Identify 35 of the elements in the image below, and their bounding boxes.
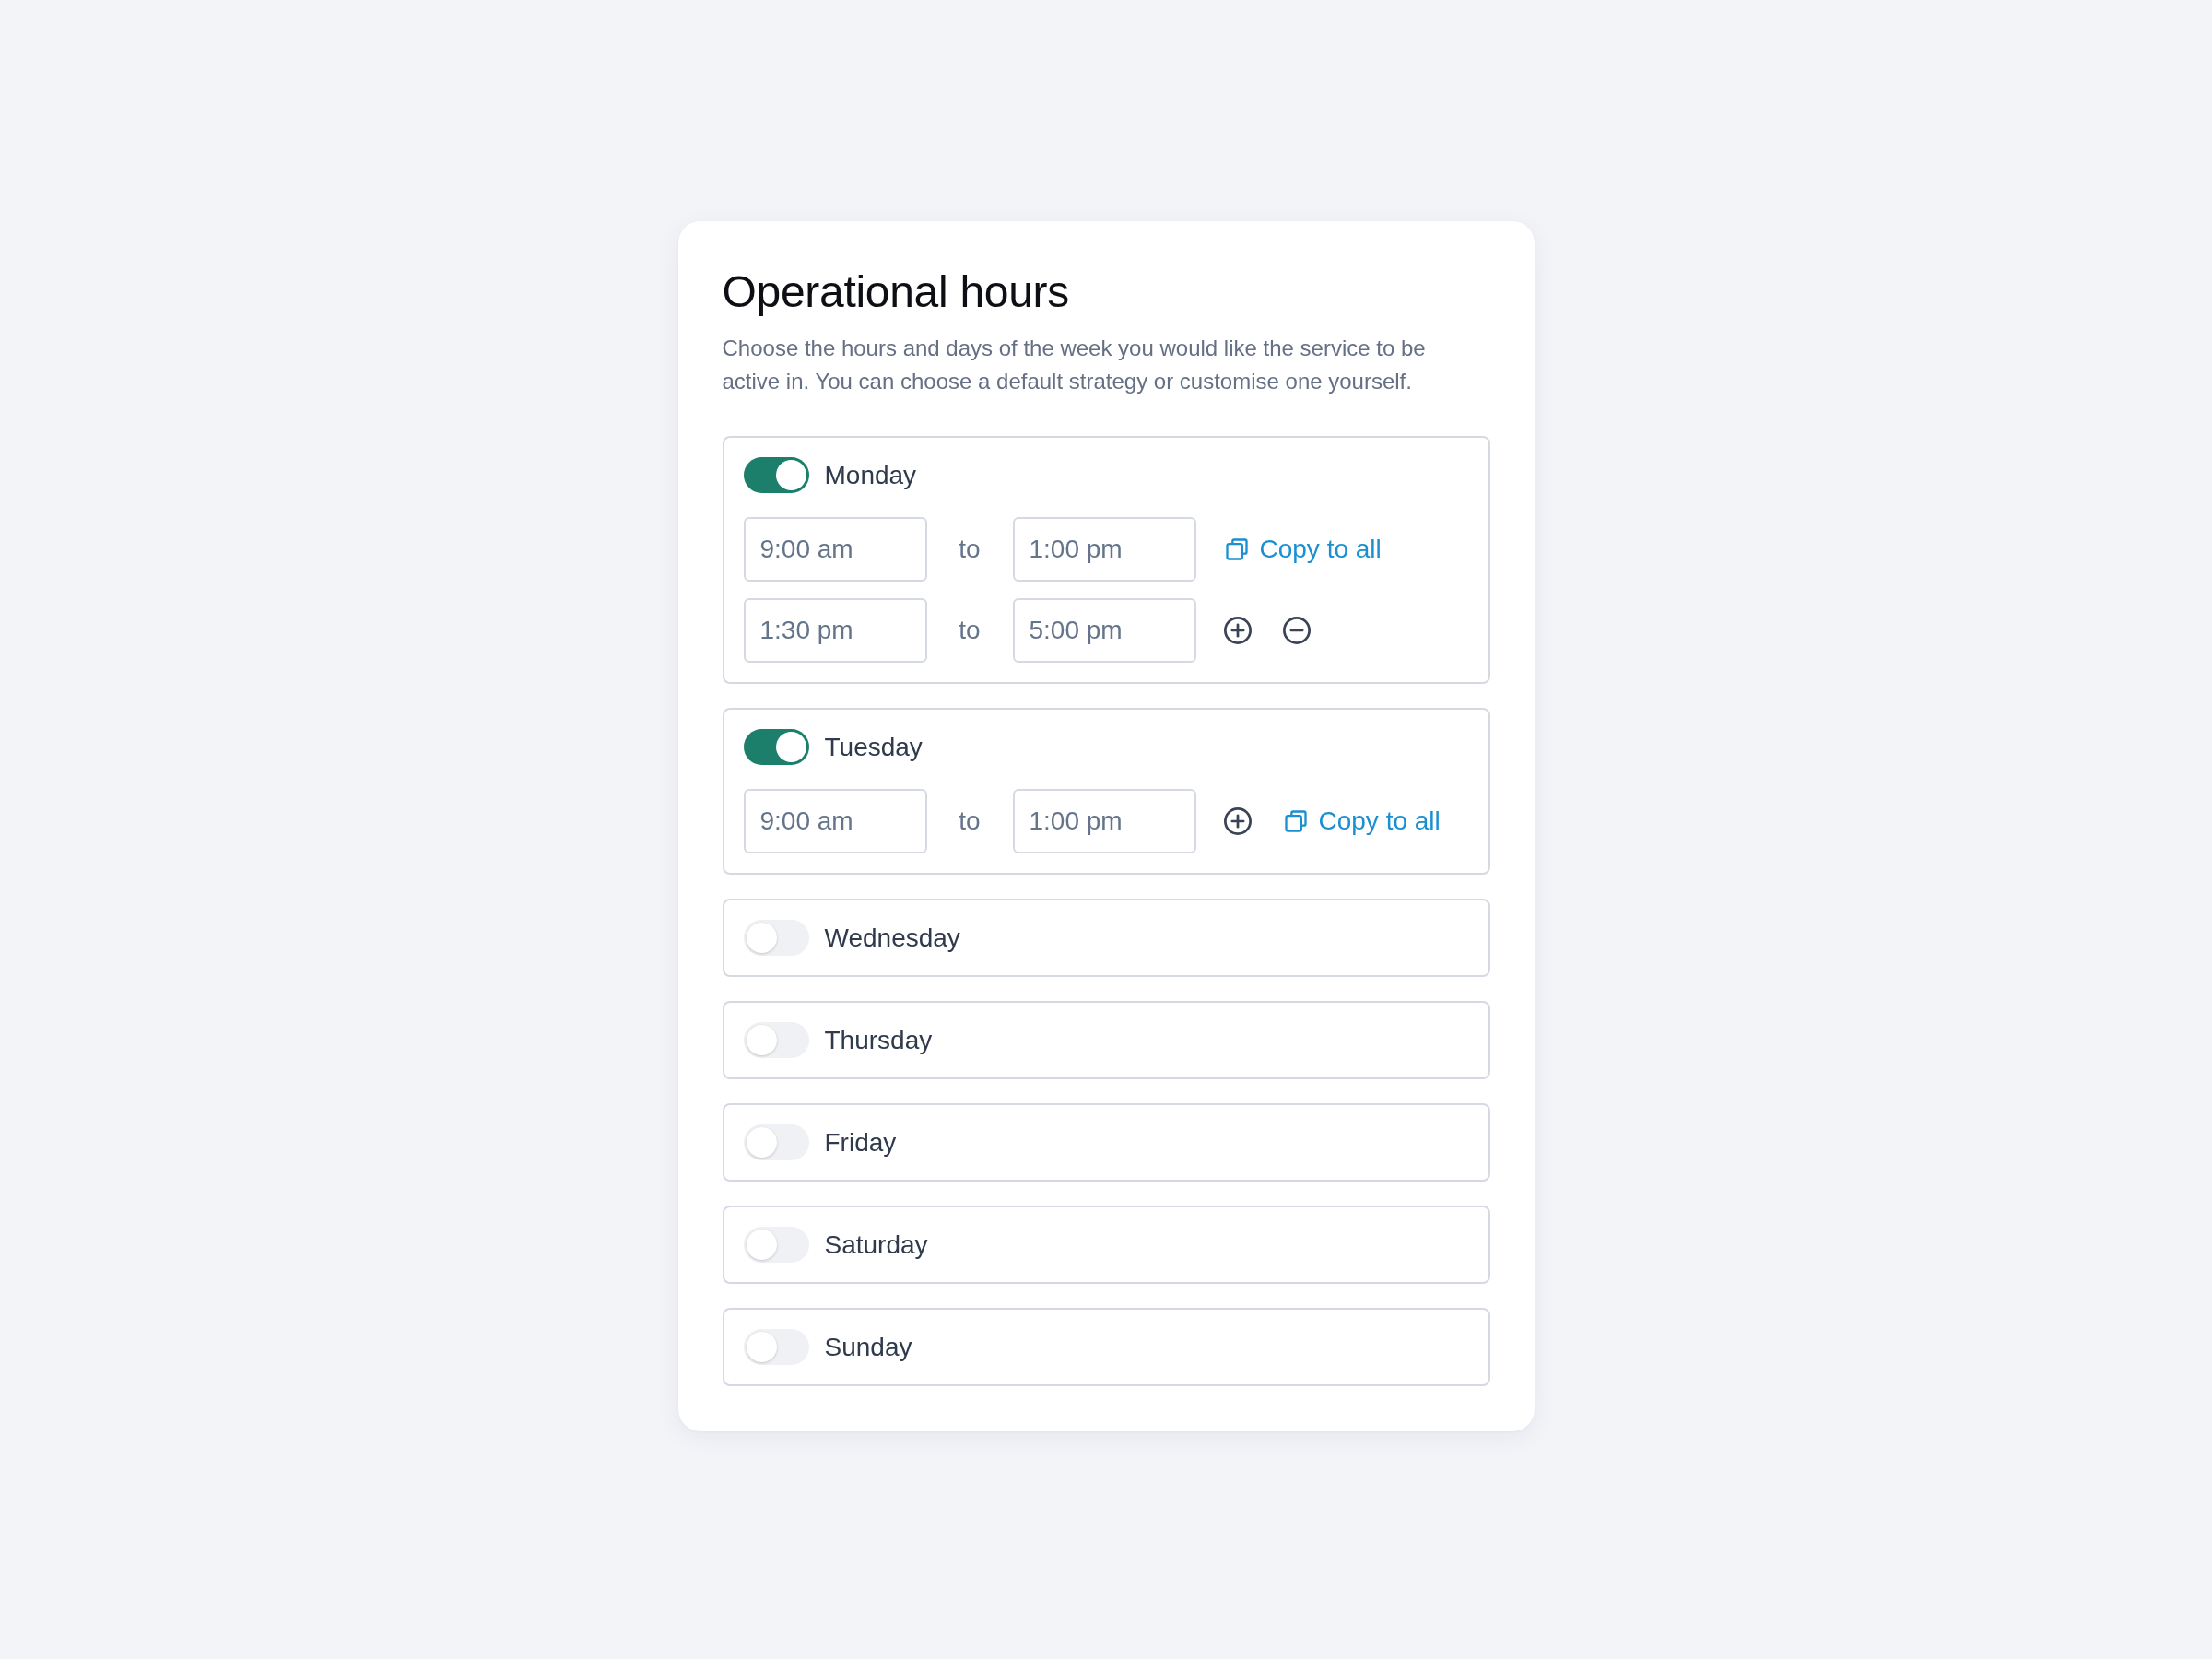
end-time-input[interactable]: 1:00 pm — [1012, 789, 1196, 853]
toggle-switch[interactable] — [743, 1227, 809, 1263]
start-time-input[interactable]: 1:30 pm — [743, 598, 927, 663]
toggle-switch[interactable] — [743, 920, 809, 956]
start-time-input[interactable]: 9:00 am — [743, 517, 927, 582]
remove-range-button[interactable] — [1282, 617, 1311, 644]
toggle-switch[interactable] — [743, 1022, 809, 1058]
toggle-switch[interactable] — [743, 1124, 809, 1160]
start-time-input[interactable]: 9:00 am — [743, 789, 927, 853]
page-title: Operational hours — [722, 266, 1070, 318]
separator-text: to — [958, 806, 982, 837]
day-label: Saturday — [824, 1229, 928, 1261]
minus-circle-icon — [1282, 617, 1311, 644]
plus-circle-icon — [1223, 617, 1252, 644]
plus-circle-icon — [1223, 807, 1252, 835]
end-time-input[interactable]: 1:00 pm — [1012, 517, 1196, 582]
day-label: Friday — [824, 1126, 897, 1159]
day-label: Thursday — [824, 1024, 933, 1056]
day-label: Wednesday — [824, 922, 960, 954]
day-label: Monday — [824, 459, 917, 491]
add-range-button[interactable] — [1223, 807, 1252, 835]
separator-text: to — [958, 615, 982, 646]
copy-icon — [1282, 808, 1309, 834]
day-label: Tuesday — [824, 731, 923, 763]
add-range-button[interactable] — [1223, 617, 1252, 644]
day-label: Sunday — [824, 1331, 912, 1363]
copy-to-all-button[interactable]: Copy to all — [1282, 806, 1441, 837]
separator-text: to — [958, 534, 982, 565]
end-time-input[interactable]: 5:00 pm — [1012, 598, 1196, 663]
toggle-switch[interactable] — [743, 1329, 809, 1365]
description-text: Choose the hours and days of the week you would like the service to be active in. You can choose a default strategy or customise one yourself. — [722, 335, 1427, 395]
copy-to-all-button[interactable]: Copy to all — [1223, 534, 1382, 565]
toggle-switch[interactable] — [743, 457, 809, 493]
toggle-switch[interactable] — [743, 729, 809, 765]
copy-icon — [1223, 536, 1250, 562]
